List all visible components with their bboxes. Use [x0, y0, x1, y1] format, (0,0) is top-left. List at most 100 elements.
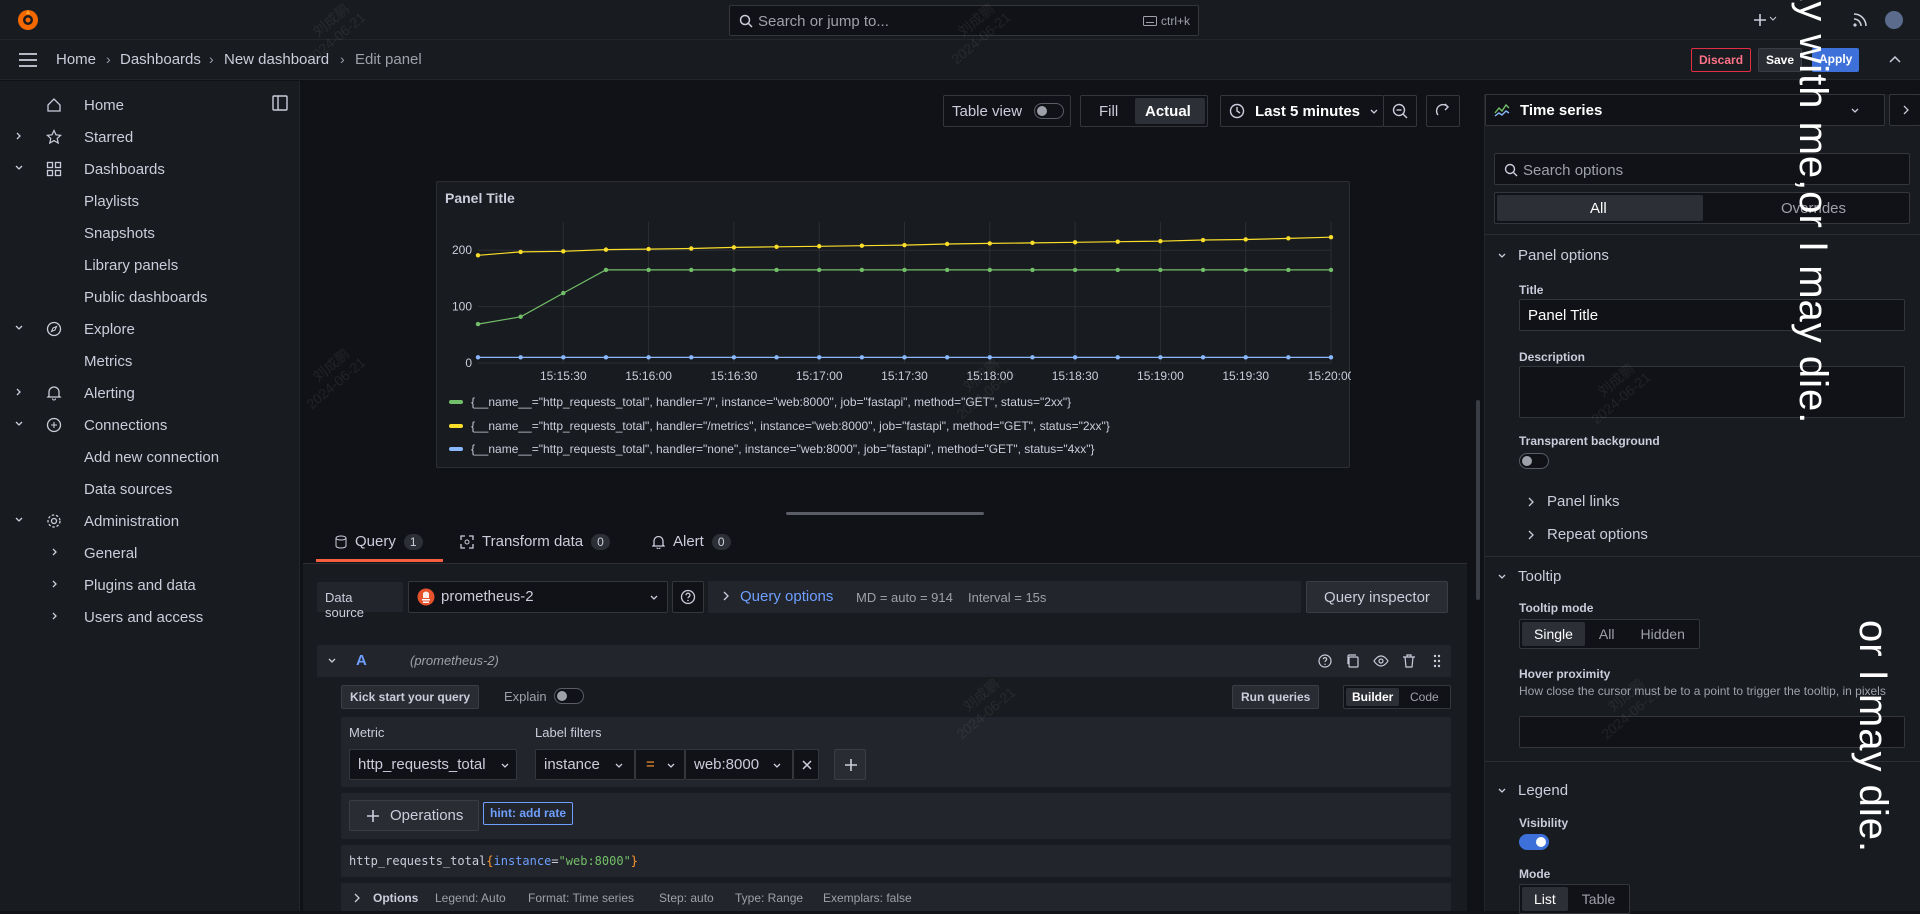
tab-transform[interactable]: Transform data 0 — [460, 533, 610, 550]
collapse-up-icon[interactable] — [1888, 54, 1902, 64]
chevron-down-icon[interactable] — [1497, 786, 1507, 796]
breadcrumb-dashboards[interactable]: Dashboards — [120, 51, 201, 68]
metric-select[interactable]: http_requests_total — [349, 749, 517, 780]
data-source-picker[interactable]: prometheus-2 — [408, 581, 668, 613]
panel-links-header[interactable]: Panel links — [1547, 493, 1620, 510]
query-inspector-button[interactable]: Query inspector — [1306, 581, 1448, 613]
transparent-background-toggle[interactable] — [1519, 453, 1549, 469]
panel-options-header[interactable]: Panel options — [1518, 247, 1609, 264]
chevron-down-icon[interactable] — [1497, 251, 1507, 261]
sidebar-item-dashboards[interactable]: Dashboards — [0, 153, 300, 185]
actual-option[interactable]: Actual — [1145, 103, 1191, 120]
fill-option[interactable]: Fill — [1099, 103, 1118, 120]
sidebar-item-add-new-connection[interactable]: Add new connection — [0, 441, 300, 473]
scrollbar[interactable] — [1476, 400, 1480, 600]
chevron-down-icon[interactable] — [14, 419, 24, 429]
legend-item[interactable]: {__name__="http_requests_total", handler… — [449, 419, 1110, 433]
trash-icon[interactable] — [1401, 653, 1417, 669]
eye-icon[interactable] — [1373, 653, 1389, 669]
explain-toggle[interactable] — [554, 688, 584, 704]
refresh-button[interactable] — [1426, 95, 1460, 127]
resize-handle[interactable] — [786, 512, 984, 515]
discard-button[interactable]: Discard — [1691, 48, 1752, 72]
operations-button[interactable]: Operations — [349, 800, 479, 831]
chevron-down-icon[interactable] — [14, 323, 24, 333]
chevron-right-icon[interactable] — [14, 387, 24, 397]
legend-mode-list[interactable]: List — [1522, 887, 1568, 911]
collapse-options-button[interactable] — [1889, 94, 1920, 126]
query-options-bar[interactable]: Query options MD = auto = 914 Interval =… — [708, 581, 1301, 613]
code-option[interactable]: Code — [1410, 690, 1439, 704]
tooltip-mode-hidden[interactable]: Hidden — [1628, 622, 1696, 646]
chevron-right-icon[interactable] — [50, 611, 60, 621]
chevron-right-icon[interactable] — [14, 131, 24, 141]
sidebar-item-metrics[interactable]: Metrics — [0, 345, 300, 377]
sidebar-item-public-dashboards[interactable]: Public dashboards — [0, 281, 300, 313]
rss-icon[interactable] — [1850, 10, 1870, 30]
add-filter-button[interactable] — [834, 749, 866, 780]
add-chevron-icon[interactable] — [1768, 14, 1778, 34]
data-source-help-button[interactable] — [672, 581, 704, 613]
sidebar-item-explore[interactable]: Explore — [0, 313, 300, 345]
builder-option[interactable]: Builder — [1346, 688, 1400, 706]
sidebar-item-data-sources[interactable]: Data sources — [0, 473, 300, 505]
tab-alert[interactable]: Alert 0 — [652, 533, 731, 550]
sidebar-item-library-panels[interactable]: Library panels — [0, 249, 300, 281]
sidebar-item-users-and-access[interactable]: Users and access — [0, 601, 300, 633]
collapse-chevron-icon[interactable] — [327, 656, 337, 666]
sidebar-item-home[interactable]: Home — [0, 89, 300, 121]
remove-filter-button[interactable] — [793, 749, 819, 780]
menu-icon[interactable] — [18, 52, 38, 68]
hover-proximity-input[interactable] — [1519, 716, 1905, 748]
legend-visibility-toggle[interactable] — [1519, 834, 1549, 850]
tooltip-header[interactable]: Tooltip — [1518, 568, 1561, 585]
sidebar-item-playlists[interactable]: Playlists — [0, 185, 300, 217]
table-view-switch[interactable] — [1034, 103, 1064, 119]
all-option[interactable]: All — [1590, 200, 1607, 217]
filter-operator-select[interactable]: = — [635, 749, 685, 780]
sidebar-item-plugins-and-data[interactable]: Plugins and data — [0, 569, 300, 601]
filter-key-select[interactable]: instance — [535, 749, 635, 780]
tab-query[interactable]: Query 1 — [335, 533, 423, 550]
sidebar-item-starred[interactable]: Starred — [0, 121, 300, 153]
sidebar-item-alerting[interactable]: Alerting — [0, 377, 300, 409]
tooltip-mode-single[interactable]: Single — [1522, 622, 1585, 646]
chevron-down-icon[interactable] — [14, 515, 24, 525]
user-avatar[interactable] — [1884, 10, 1904, 30]
hover-proximity-description: How close the cursor must be to a point … — [1519, 684, 1886, 698]
breadcrumb-home[interactable]: Home — [56, 51, 96, 68]
kick-start-button[interactable]: Kick start your query — [341, 685, 480, 709]
chevron-down-icon[interactable] — [1497, 572, 1507, 582]
run-queries-button[interactable]: Run queries — [1232, 685, 1320, 709]
sidebar-item-label: Alerting — [84, 385, 135, 402]
filter-value-select[interactable]: web:8000 — [685, 749, 793, 780]
add-icon[interactable] — [1750, 10, 1770, 30]
sidebar-item-connections[interactable]: Connections — [0, 409, 300, 441]
legend-label: {__name__="http_requests_total", handler… — [471, 442, 1095, 456]
duplicate-icon[interactable] — [1345, 653, 1361, 669]
grafana-logo-icon[interactable] — [16, 8, 40, 32]
search-options-input[interactable]: Search options — [1494, 153, 1910, 185]
chevron-right-icon[interactable] — [50, 547, 60, 557]
help-icon[interactable] — [1317, 653, 1333, 669]
drag-handle-icon[interactable] — [1429, 653, 1445, 669]
query-options-link[interactable]: Query options — [740, 588, 833, 605]
zoom-out-button[interactable] — [1383, 95, 1417, 127]
legend-mode-table[interactable]: Table — [1570, 887, 1627, 911]
query-options-row[interactable]: Options Legend: Auto Format: Time series… — [341, 883, 1451, 911]
description-input[interactable] — [1519, 366, 1905, 418]
sidebar-item-administration[interactable]: Administration — [0, 505, 300, 537]
sidebar-item-snapshots[interactable]: Snapshots — [0, 217, 300, 249]
repeat-options-header[interactable]: Repeat options — [1547, 526, 1648, 543]
title-input[interactable]: Panel Title — [1519, 299, 1905, 331]
chevron-down-icon[interactable] — [14, 163, 24, 173]
sidebar-item-general[interactable]: General — [0, 537, 300, 569]
chevron-right-icon[interactable] — [50, 579, 60, 589]
legend-header[interactable]: Legend — [1518, 782, 1568, 799]
tooltip-mode-all[interactable]: All — [1587, 622, 1627, 646]
table-view-toggle[interactable]: Table view — [943, 95, 1071, 127]
query-ref-id[interactable]: A — [356, 652, 367, 669]
time-range-picker[interactable]: Last 5 minutes — [1220, 95, 1384, 127]
hint-add-rate-button[interactable]: hint: add rate — [483, 802, 574, 825]
legend-item[interactable]: {__name__="http_requests_total", handler… — [449, 442, 1095, 456]
